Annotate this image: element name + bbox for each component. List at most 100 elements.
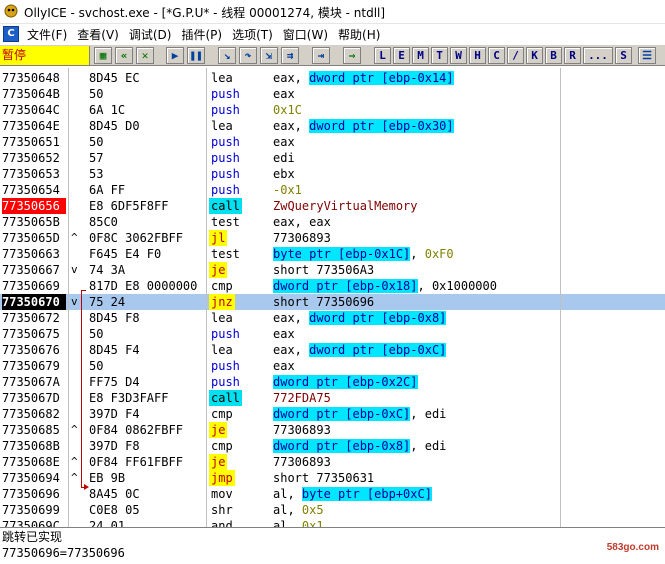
row-address[interactable]: 7735065D	[2, 230, 66, 246]
row-mnemonic[interactable]: test	[209, 214, 242, 230]
row-hex-bytes[interactable]: 397D F4	[89, 406, 205, 422]
disassembly-row[interactable]: 7735064E 8D45 D0 lea eax, dword ptr [ebp-0x…	[0, 118, 665, 134]
disassembly-row[interactable]: 77350651 50 push eax	[0, 134, 665, 150]
row-mnemonic[interactable]: and	[209, 518, 235, 527]
row-mnemonic[interactable]: lea	[209, 342, 235, 358]
row-hex-bytes[interactable]: 53	[89, 166, 205, 182]
memory-window-button[interactable]: M	[412, 47, 429, 64]
row-address[interactable]: 77350682	[2, 406, 66, 422]
row-mnemonic[interactable]: push	[209, 374, 242, 390]
row-hex-bytes[interactable]: 6A FF	[89, 182, 205, 198]
row-address[interactable]: 77350694	[2, 470, 66, 486]
row-address[interactable]: 77350663	[2, 246, 66, 262]
row-mnemonic[interactable]: lea	[209, 70, 235, 86]
run-trace-window-button[interactable]: ...	[583, 47, 613, 64]
row-address[interactable]: 7735068B	[2, 438, 66, 454]
row-hex-bytes[interactable]: 8D45 F8	[89, 310, 205, 326]
row-operands[interactable]: eax, dword ptr [ebp-0x14]	[273, 70, 454, 86]
row-hex-bytes[interactable]: 74 3A	[89, 262, 205, 278]
cpu-window-button[interactable]: C	[488, 47, 505, 64]
row-hex-bytes[interactable]: 75 24	[89, 294, 205, 310]
disassembly-pane[interactable]: 7735069C 24 01 and al, 0x1 77350699 C0E8 05 sh…	[0, 68, 665, 527]
row-hex-bytes[interactable]: 57	[89, 150, 205, 166]
row-address[interactable]: 77350656	[2, 198, 66, 214]
row-operands[interactable]: eax	[273, 86, 295, 102]
row-mnemonic[interactable]: call	[209, 390, 242, 406]
row-operands[interactable]: short 77350631	[273, 470, 374, 486]
disassembly-row[interactable]: 77350675 50 push eax	[0, 326, 665, 342]
row-operands[interactable]: edi	[273, 150, 295, 166]
row-operands[interactable]: 0x1C	[273, 102, 302, 118]
modules-window-button[interactable]: E	[393, 47, 410, 64]
row-operands[interactable]: al, 0x1	[273, 518, 324, 527]
row-operands[interactable]: dword ptr [ebp-0xC], edi	[273, 406, 446, 422]
row-address[interactable]: 77350676	[2, 342, 66, 358]
row-hex-bytes[interactable]: F645 E4 F0	[89, 246, 205, 262]
run-icon[interactable]: ▶	[166, 47, 184, 64]
row-hex-bytes[interactable]: 50	[89, 326, 205, 342]
row-mnemonic[interactable]: cmp	[209, 406, 235, 422]
row-hex-bytes[interactable]: 8D45 F4	[89, 342, 205, 358]
patches-window-button[interactable]: /	[507, 47, 524, 64]
step-into-icon[interactable]: ↘	[218, 47, 236, 64]
disassembly-row[interactable]: 77350663 F645 E4 F0 test byte ptr [ebp-0x1C…	[0, 246, 665, 262]
row-hex-bytes[interactable]: FF75 D4	[89, 374, 205, 390]
row-operands[interactable]: eax	[273, 134, 295, 150]
row-address[interactable]: 7735064B	[2, 86, 66, 102]
row-address[interactable]: 77350652	[2, 150, 66, 166]
row-address[interactable]: 7735067A	[2, 374, 66, 390]
row-hex-bytes[interactable]: 85C0	[89, 214, 205, 230]
row-address[interactable]: 7735065B	[2, 214, 66, 230]
row-address[interactable]: 7735069C	[2, 518, 66, 527]
row-address[interactable]: 7735068E	[2, 454, 66, 470]
row-operands[interactable]: eax, dword ptr [ebp-0x8]	[273, 310, 447, 326]
row-operands[interactable]: 77306893	[273, 422, 331, 438]
rewind-icon[interactable]: «	[115, 47, 133, 64]
row-mnemonic[interactable]: cmp	[209, 278, 235, 294]
open-icon[interactable]: ▦	[94, 47, 112, 64]
row-address[interactable]: 77350648	[2, 70, 66, 86]
row-hex-bytes[interactable]: E8 F3D3FAFF	[89, 390, 205, 406]
menu-file[interactable]: 文件(F)	[23, 26, 73, 43]
row-operands[interactable]: byte ptr [ebp-0x1C], 0xF0	[273, 246, 454, 262]
row-mnemonic[interactable]: lea	[209, 118, 235, 134]
call-stack-window-button[interactable]: K	[526, 47, 543, 64]
row-address[interactable]: 7735067D	[2, 390, 66, 406]
disassembly-row[interactable]: 77350694 ^ EB 9B jmp short 77350631	[0, 470, 665, 486]
row-operands[interactable]: ZwQueryVirtualMemory	[273, 198, 418, 214]
row-address[interactable]: 77350675	[2, 326, 66, 342]
disassembly-row[interactable]: 7735069C 24 01 and al, 0x1	[0, 518, 665, 527]
disassembly-row[interactable]: 77350652 57 push edi	[0, 150, 665, 166]
threads-window-button[interactable]: T	[431, 47, 448, 64]
row-hex-bytes[interactable]: 6A 1C	[89, 102, 205, 118]
step-over-icon[interactable]: ↷	[239, 47, 257, 64]
row-mnemonic[interactable]: push	[209, 102, 242, 118]
menu-help[interactable]: 帮助(H)	[334, 26, 386, 43]
cpu-window-icon[interactable]: C	[3, 26, 19, 42]
row-operands[interactable]: dword ptr [ebp-0x2C]	[273, 374, 418, 390]
row-hex-bytes[interactable]: 817D E8 0000000	[89, 278, 205, 294]
disassembly-row[interactable]: 77350696 8A45 0C mov al, byte ptr [ebp+0xC]	[0, 486, 665, 502]
handles-window-button[interactable]: H	[469, 47, 486, 64]
row-address[interactable]: 77350653	[2, 166, 66, 182]
row-operands[interactable]: eax, eax	[273, 214, 331, 230]
row-mnemonic[interactable]: lea	[209, 310, 235, 326]
row-mnemonic[interactable]: push	[209, 166, 242, 182]
pause-icon[interactable]: ❚❚	[187, 47, 205, 64]
disassembly-row[interactable]: 77350648 8D45 EC lea eax, dword ptr [ebp-0x…	[0, 70, 665, 86]
breakpoints-window-button[interactable]: B	[545, 47, 562, 64]
row-address[interactable]: 77350669	[2, 278, 66, 294]
row-mnemonic[interactable]: cmp	[209, 438, 235, 454]
row-address[interactable]: 7735064C	[2, 102, 66, 118]
row-operands[interactable]: ebx	[273, 166, 295, 182]
row-mnemonic[interactable]: je	[209, 262, 228, 278]
row-hex-bytes[interactable]: 8D45 D0	[89, 118, 205, 134]
row-operands[interactable]: al, 0x5	[273, 502, 324, 518]
disassembly-row[interactable]: 77350669 817D E8 0000000 cmp dword ptr [ebp…	[0, 278, 665, 294]
row-mnemonic[interactable]: mov	[209, 486, 235, 502]
row-mnemonic[interactable]: je	[209, 422, 228, 438]
row-mnemonic[interactable]: push	[209, 150, 242, 166]
disassembly-row[interactable]: 77350685 ^ 0F84 0862FBFF je 77306893	[0, 422, 665, 438]
disassembly-row[interactable]: 7735068B 397D F8 cmp dword ptr [ebp-0x8], e…	[0, 438, 665, 454]
log-window-button[interactable]: L	[374, 47, 391, 64]
